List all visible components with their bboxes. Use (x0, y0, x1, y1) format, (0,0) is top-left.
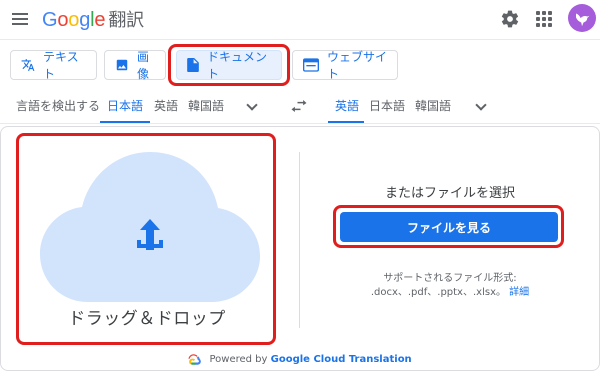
language-bar: 言語を検出する 日本語 英語 韓国語 英語 日本語 韓国語 (0, 88, 600, 124)
gear-icon[interactable] (500, 9, 520, 29)
source-lang-detect[interactable]: 言語を検出する (16, 97, 100, 114)
details-link[interactable]: 詳細 (509, 287, 529, 298)
tab-document-label: ドキュメント (207, 50, 268, 81)
source-lang-japanese[interactable]: 日本語 (107, 97, 143, 114)
google-cloud-icon (188, 354, 202, 365)
image-icon (115, 58, 129, 72)
source-lang-english[interactable]: 英語 (154, 97, 178, 114)
supported-formats: サポートされるファイル形式: .docx、.pdf、.pptx、.xlsx。 詳… (300, 272, 600, 300)
swap-languages-icon[interactable] (290, 100, 308, 112)
app-header: Google 翻訳 (0, 0, 600, 40)
supported-file-types: .docx、.pdf、.pptx、.xlsx。 (370, 287, 506, 298)
source-lang-korean[interactable]: 韓国語 (188, 97, 224, 114)
tab-website-label: ウェブサイト (327, 50, 388, 81)
website-icon (303, 58, 319, 72)
target-lang-japanese[interactable]: 日本語 (369, 97, 405, 114)
tab-website[interactable]: ウェブサイト (292, 50, 398, 81)
supported-formats-label: サポートされるファイル形式: (383, 273, 517, 284)
tab-text-label: テキスト (43, 50, 79, 81)
tab-image[interactable]: 画像 (104, 50, 166, 81)
tab-image-label: 画像 (137, 50, 150, 81)
document-icon (187, 58, 199, 72)
tab-document[interactable]: ドキュメント (176, 50, 282, 81)
powered-by-footer: Powered by Google Cloud Translation (0, 354, 600, 365)
drag-drop-label: ドラッグ＆ドロップ (68, 309, 226, 329)
upload-cloud-icon[interactable] (40, 152, 260, 302)
translate-icon (21, 58, 35, 72)
source-selected-indicator (100, 121, 150, 123)
target-selected-indicator (328, 121, 364, 123)
google-translate-logo[interactable]: Google 翻訳 (42, 6, 144, 32)
tab-text[interactable]: テキスト (10, 50, 97, 81)
panel-divider (299, 152, 300, 328)
target-lang-korean[interactable]: 韓国語 (415, 97, 451, 114)
mode-tabs: テキスト 画像 ドキュメント ウェブサイト (0, 48, 600, 82)
browse-files-button[interactable]: ファイルを見る (340, 212, 558, 242)
google-cloud-translation-link[interactable]: Google Cloud Translation (271, 354, 412, 365)
or-choose-file-label: またはファイルを選択 (384, 186, 515, 201)
target-lang-english[interactable]: 英語 (335, 97, 359, 114)
app-name: 翻訳 (108, 10, 144, 31)
target-lang-dropdown-icon[interactable] (475, 99, 487, 111)
apps-grid-icon[interactable] (536, 11, 552, 27)
avatar[interactable] (568, 4, 596, 32)
source-lang-dropdown-icon[interactable] (246, 99, 258, 111)
hummingbird-icon (576, 13, 590, 27)
menu-icon[interactable] (12, 13, 28, 27)
powered-by-label: Powered by (209, 354, 268, 365)
